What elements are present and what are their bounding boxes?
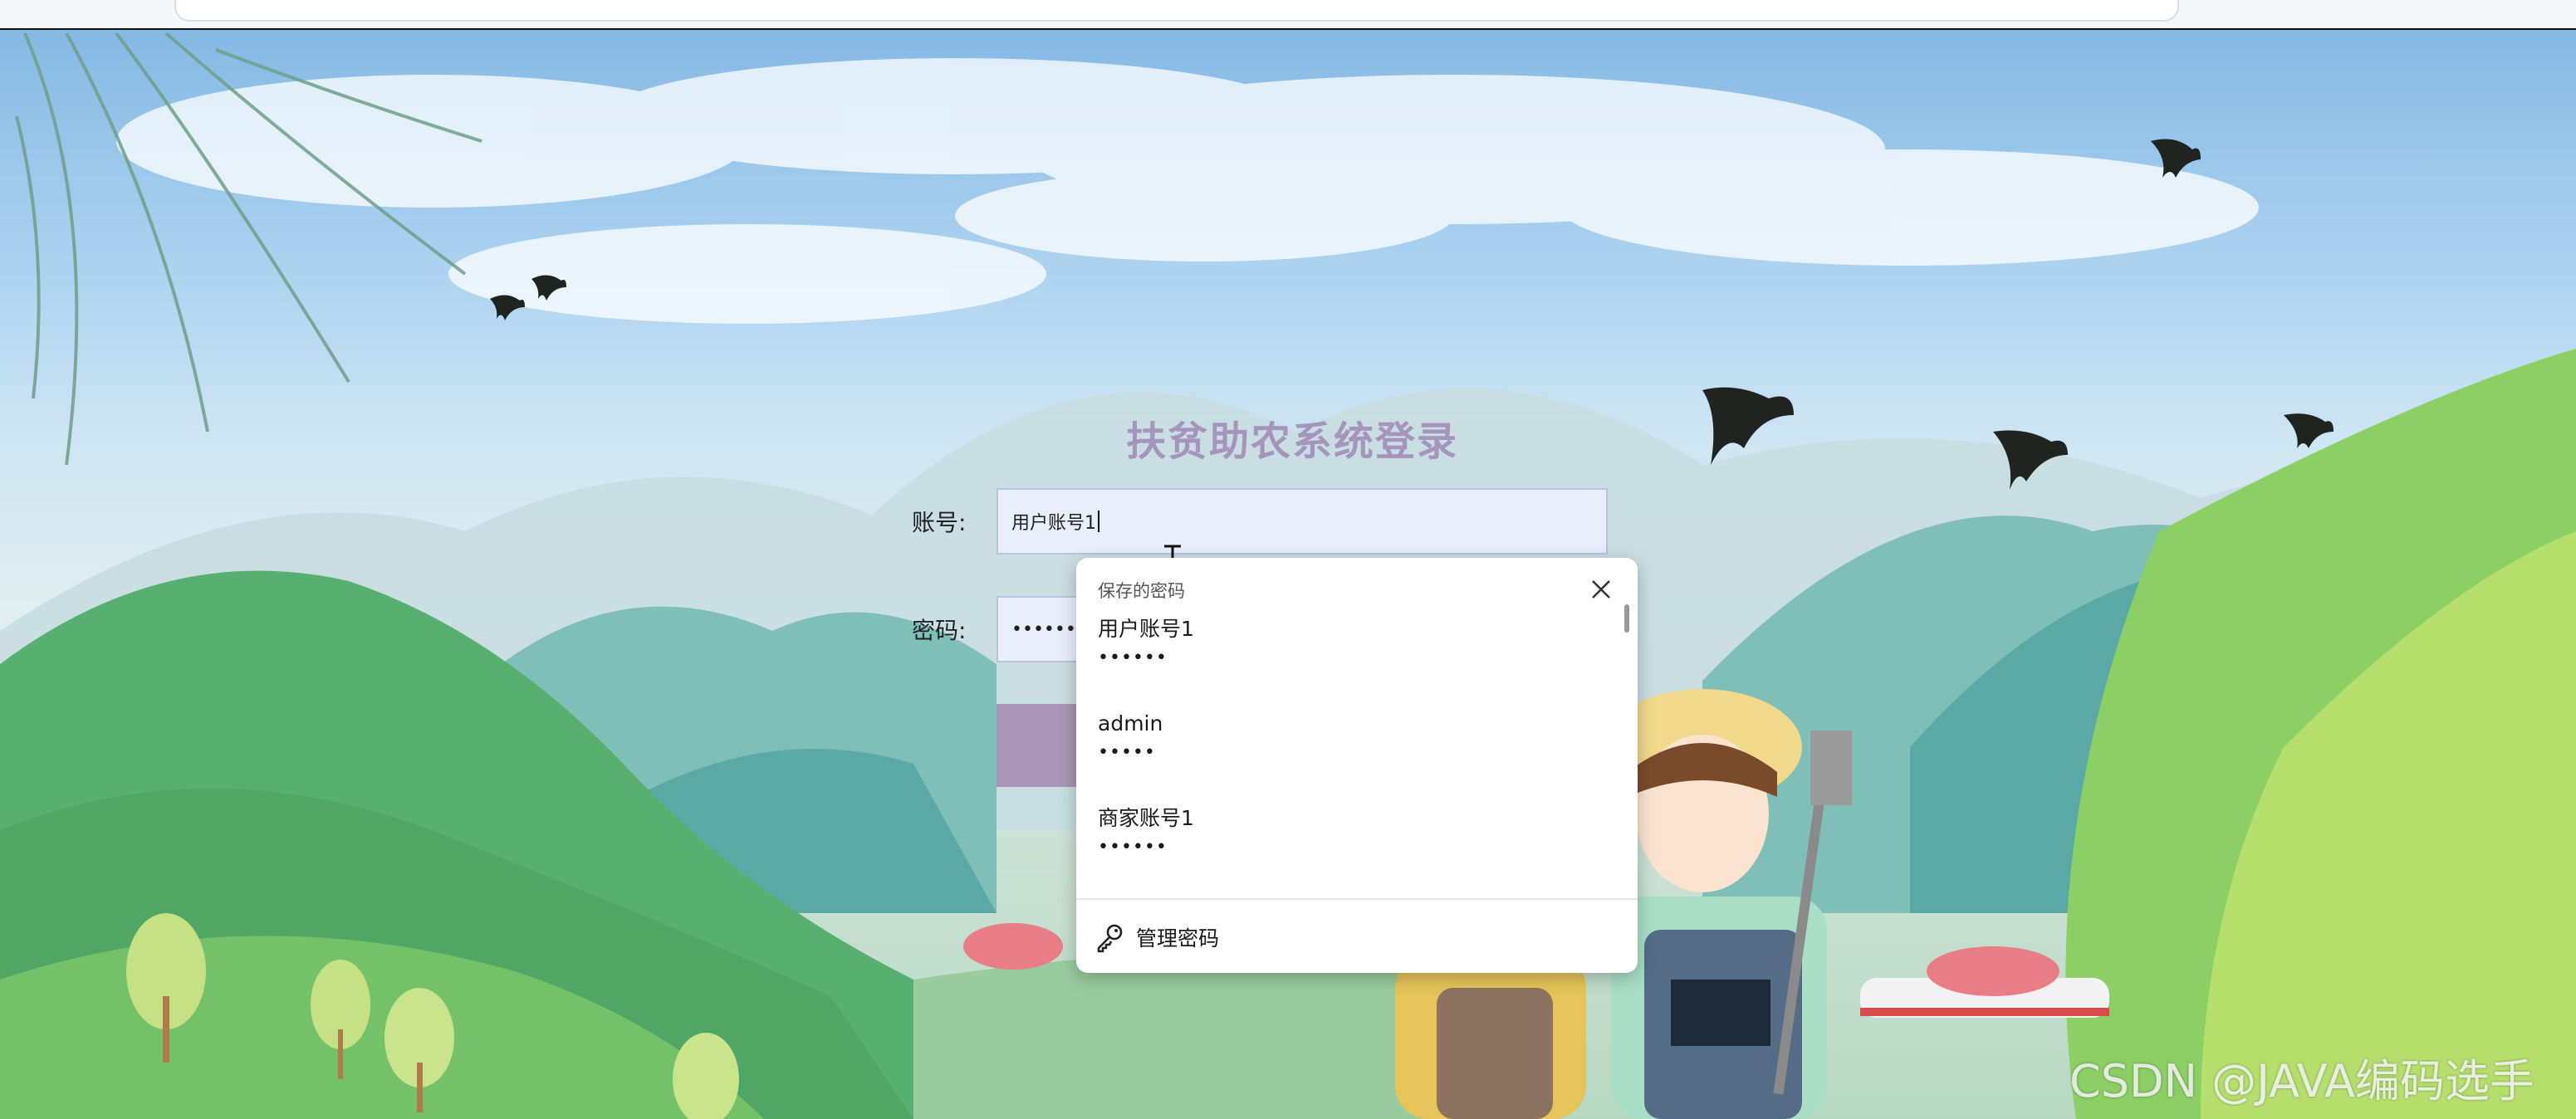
watermark-text: CSDN @JAVA编码选手 [2069,1055,2535,1107]
saved-password-mask: •••••• [1098,837,1168,858]
key-icon [1097,924,1123,953]
saved-password-entry[interactable]: 用户账号1 •••••• [1098,616,1596,699]
page-title: 扶贫助农系统登录 [1126,418,1459,465]
password-label: 密码: [912,617,967,644]
manage-passwords-button[interactable]: 管理密码 [1095,915,1219,960]
account-input-value: 用户账号1 [1011,513,1096,534]
clouds [116,58,2259,324]
popup-divider [1076,898,1638,900]
login-button[interactable] [997,704,1086,787]
password-input-value: •••••• [1011,618,1076,640]
account-input[interactable]: 用户账号1 [997,488,1608,555]
account-label: 账号: [912,509,967,536]
saved-username: admin [1098,711,1163,735]
close-icon[interactable] [1588,576,1614,603]
saved-password-entry[interactable]: admin ••••• [1098,711,1596,794]
login-page: 扶贫助农系统登录 账号: 用户账号1 密码: •••••• 保存的密码 用户账号… [0,0,2576,1119]
saved-passwords-popup: 保存的密码 用户账号1 •••••• admin ••••• 商家账号1 •••… [1076,558,1638,973]
manage-passwords-label: 管理密码 [1136,926,1220,950]
saved-username: 用户账号1 [1098,617,1194,641]
saved-password-entry[interactable]: 商家账号1 •••••• [1098,805,1596,888]
popup-header: 保存的密码 [1098,581,1185,601]
popup-scrollbar[interactable] [1624,604,1629,633]
saved-username: 商家账号1 [1098,806,1194,830]
saved-password-mask: ••••• [1098,742,1156,763]
text-caret [1098,511,1099,532]
saved-password-mask: •••••• [1098,647,1168,668]
